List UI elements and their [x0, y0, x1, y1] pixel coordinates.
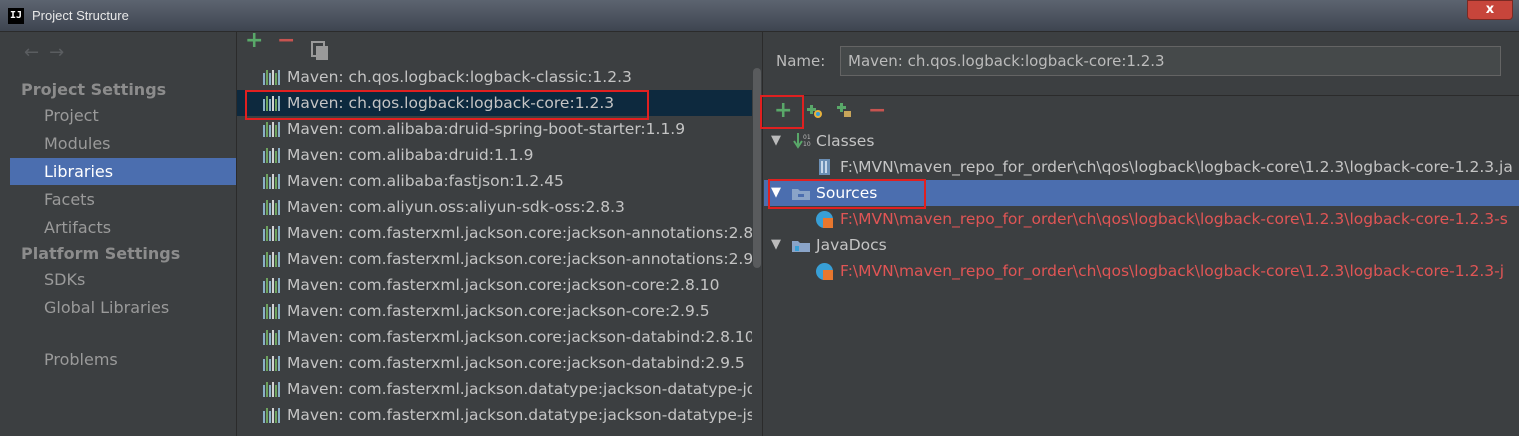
sidebar-item-sdks[interactable]: SDKs [10, 266, 236, 293]
back-arrow-icon[interactable]: ← [24, 42, 49, 63]
history-navigation: ←→ [24, 42, 74, 63]
library-label: Maven: com.fasterxml.jackson.core:jackso… [287, 276, 720, 294]
library-icon [263, 304, 281, 319]
divider [764, 95, 1519, 96]
library-list-item[interactable]: Maven: com.alibaba:fastjson:1.2.45 [237, 168, 752, 194]
sidebar-item-project[interactable]: Project [10, 102, 236, 129]
copy-icon[interactable] [311, 41, 328, 60]
library-label: Maven: com.fasterxml.jackson.core:jackso… [287, 328, 755, 346]
expand-arrow-icon[interactable]: ▼ [771, 232, 781, 258]
classes-label: Classes [816, 132, 875, 150]
library-icon [263, 148, 281, 163]
library-list-item[interactable]: Maven: com.fasterxml.jackson.core:jackso… [237, 246, 762, 272]
library-icon [263, 408, 281, 423]
library-label: Maven: com.fasterxml.jackson.core:jackso… [287, 302, 710, 320]
javadoc-folder-icon [792, 241, 810, 252]
sidebar-item-facets[interactable]: Facets [10, 186, 236, 213]
name-label: Name: [776, 52, 826, 70]
library-list-item[interactable]: Maven: com.alibaba:druid:1.1.9 [237, 142, 752, 168]
sidebar-item-artifacts[interactable]: Artifacts [10, 214, 236, 241]
library-name-field[interactable]: Maven: ch.qos.logback:logback-core:1.2.3 [840, 46, 1501, 76]
remove-root-button[interactable]: − [868, 98, 886, 123]
tree-node-javadocs[interactable]: ▼ JavaDocs [764, 232, 1519, 258]
library-label: Maven: com.alibaba:fastjson:1.2.45 [287, 172, 564, 190]
annotation-highlight-selected-library [245, 90, 649, 120]
library-icon [263, 356, 281, 371]
library-label: Maven: com.fasterxml.jackson.core:jackso… [287, 250, 763, 268]
library-icon [263, 278, 281, 293]
svg-text:01: 01 [803, 134, 811, 141]
library-list-item[interactable]: Maven: com.aliyun.oss:aliyun-sdk-oss:2.8… [237, 194, 752, 220]
invalid-path-icon [816, 263, 833, 280]
library-label: Maven: com.fasterxml.jackson.datatype:ja… [287, 380, 763, 398]
library-label: Maven: com.fasterxml.jackson.core:jackso… [287, 354, 745, 372]
close-window-button[interactable]: x [1467, 0, 1513, 20]
library-label: Maven: com.alibaba:druid:1.1.9 [287, 146, 534, 164]
tree-node-classes-jar[interactable]: F:\MVN\maven_repo_for_order\ch\qos\logba… [764, 154, 1519, 180]
sources-path: F:\MVN\maven_repo_for_order\ch\qos\logba… [840, 210, 1508, 228]
classes-sort-icon: 01 10 [793, 133, 811, 149]
sidebar-item-modules[interactable]: Modules [10, 130, 236, 157]
library-detail-panel: Name: Maven: ch.qos.logback:logback-core… [764, 32, 1519, 436]
tree-node-javadocs-path[interactable]: F:\MVN\maven_repo_for_order\ch\qos\logba… [764, 258, 1519, 284]
tree-node-sources-path[interactable]: F:\MVN\maven_repo_for_order\ch\qos\logba… [764, 206, 1519, 232]
attach-jar-icon[interactable] [836, 102, 852, 118]
jar-file-icon [819, 159, 830, 175]
sidebar-item-libraries[interactable]: Libraries [10, 158, 236, 185]
javadocs-label: JavaDocs [816, 236, 887, 254]
library-icon [263, 382, 281, 397]
library-icon [263, 330, 281, 345]
invalid-path-icon [816, 211, 833, 228]
library-label: Maven: com.fasterxml.jackson.core:jackso… [287, 224, 763, 242]
annotation-highlight-sources [768, 179, 926, 209]
library-list-item[interactable]: Maven: com.fasterxml.jackson.core:jackso… [237, 324, 755, 350]
library-label: Maven: com.alibaba:druid-spring-boot-sta… [287, 120, 686, 138]
add-library-button[interactable]: + [245, 32, 263, 53]
javadocs-path: F:\MVN\maven_repo_for_order\ch\qos\logba… [840, 262, 1505, 280]
library-list-item[interactable]: Maven: com.fasterxml.jackson.core:jackso… [237, 272, 752, 298]
library-label: Maven: com.fasterxml.jackson.datatype:ja… [287, 406, 763, 424]
library-label: Maven: ch.qos.logback:logback-classic:1.… [287, 68, 632, 86]
intellij-app-icon: IJ [8, 8, 24, 24]
library-list-item[interactable]: Maven: com.fasterxml.jackson.datatype:ja… [237, 376, 762, 402]
tree-node-classes[interactable]: ▼ 01 10 Classes [764, 128, 1519, 154]
library-list-item[interactable]: Maven: com.fasterxml.jackson.core:jackso… [237, 298, 752, 324]
library-icon [263, 122, 281, 137]
library-list-item[interactable]: Maven: com.fasterxml.jackson.datatype:ja… [237, 402, 762, 428]
classes-path: F:\MVN\maven_repo_for_order\ch\qos\logba… [840, 158, 1513, 176]
library-list-item[interactable]: Maven: ch.qos.logback:logback-classic:1.… [237, 64, 752, 90]
library-icon [263, 174, 281, 189]
annotation-highlight-add-button [760, 95, 804, 129]
sidebar-item-problems[interactable]: Problems [10, 346, 236, 373]
library-list-item[interactable]: Maven: com.fasterxml.jackson.core:jackso… [237, 350, 752, 376]
sidebar-item-global-libraries[interactable]: Global Libraries [10, 294, 236, 321]
library-list-item[interactable]: Maven: com.fasterxml.jackson.core:jackso… [237, 220, 762, 246]
forward-arrow-icon[interactable]: → [49, 42, 74, 63]
expand-arrow-icon[interactable]: ▼ [771, 128, 781, 154]
platform-settings-header: Platform Settings [21, 244, 181, 263]
library-label: Maven: com.aliyun.oss:aliyun-sdk-oss:2.8… [287, 198, 625, 216]
window-title: Project Structure [32, 8, 129, 23]
settings-sidebar: ←→ Project Settings Project Modules Libr… [10, 32, 236, 436]
library-icon [263, 252, 281, 267]
project-settings-header: Project Settings [21, 80, 167, 99]
library-icon [263, 200, 281, 215]
library-icon [263, 226, 281, 241]
svg-text:10: 10 [803, 141, 811, 148]
attach-classes-icon[interactable] [806, 102, 822, 118]
remove-library-button[interactable]: − [277, 32, 295, 53]
library-icon [263, 70, 281, 85]
title-bar: IJ Project Structure x [0, 0, 1519, 32]
